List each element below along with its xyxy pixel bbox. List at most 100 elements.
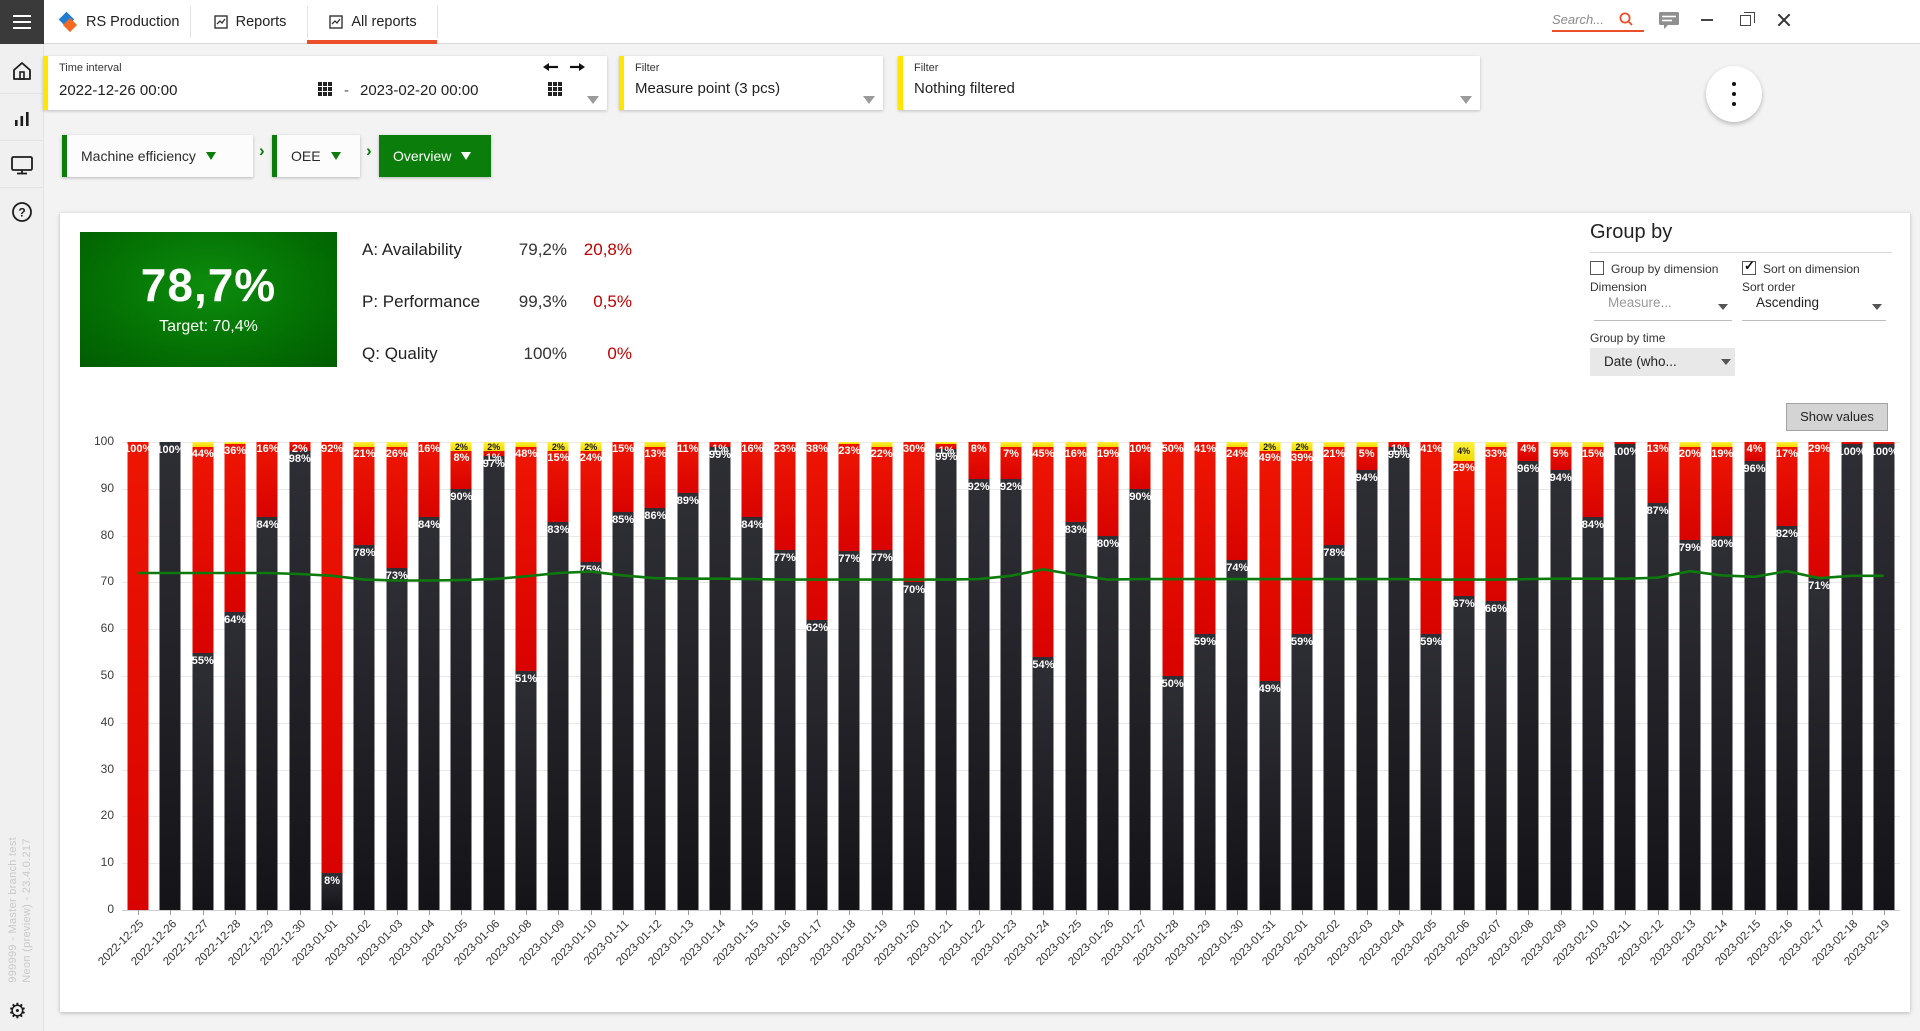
stacked-bar[interactable] [1291, 442, 1312, 910]
more-options-button[interactable] [1706, 66, 1762, 122]
tab-reports[interactable]: Reports [196, 0, 304, 44]
stacked-bar[interactable] [1809, 442, 1830, 910]
stacked-bar[interactable] [1356, 442, 1377, 910]
report-view-dropdown[interactable]: Overview [379, 135, 491, 177]
stacked-bar[interactable] [1324, 442, 1345, 910]
report-group-dropdown[interactable]: Machine efficiency [62, 135, 253, 177]
stacked-bar[interactable] [1712, 442, 1733, 910]
oee-label: 96% [1517, 463, 1539, 475]
calendar-icon[interactable] [318, 82, 332, 96]
svg-text:?: ? [18, 206, 25, 220]
secondary-filter-card[interactable]: Filter Nothing filtered [898, 56, 1480, 110]
bar-segment-b [1873, 444, 1894, 910]
x-axis-tick [1431, 910, 1432, 915]
oee-label: 67% [1453, 598, 1475, 610]
stacked-bar[interactable] [1194, 442, 1215, 910]
report-panel: 78,7% Target: 70,4% A: Availability 79,2… [60, 213, 1910, 1012]
stacked-bar[interactable] [1615, 442, 1636, 910]
measure-point-filter-value[interactable]: Measure point (3 pcs) [635, 80, 780, 97]
restore-window-button[interactable] [1728, 0, 1762, 40]
stacked-bar[interactable] [1259, 442, 1280, 910]
group-by-time-select[interactable]: Date (who... [1590, 348, 1735, 376]
stacked-bar[interactable] [1421, 442, 1442, 910]
x-axis-slot: 2023-02-19 [1868, 910, 1900, 1010]
stacked-bar[interactable] [936, 442, 957, 910]
stacked-bar[interactable] [1001, 442, 1022, 910]
stacked-bar[interactable] [1453, 442, 1474, 910]
stacked-bar[interactable] [613, 442, 634, 910]
stacked-bar[interactable] [451, 442, 472, 910]
settings-gear-icon[interactable]: ⚙ [8, 999, 27, 1023]
minimize-button[interactable] [1690, 0, 1724, 40]
stacked-bar[interactable] [192, 442, 213, 910]
tab-all-reports[interactable]: All reports [313, 0, 433, 44]
sidebar-reports-button[interactable] [0, 95, 44, 141]
hamburger-menu-icon[interactable] [0, 0, 44, 44]
stacked-bar[interactable] [710, 442, 731, 910]
stacked-bar[interactable] [807, 442, 828, 910]
stacked-bar[interactable] [742, 442, 763, 910]
group-by-dimension-checkbox[interactable] [1590, 261, 1604, 275]
time-interval-dropdown-icon[interactable] [587, 96, 599, 104]
search-input[interactable] [1552, 12, 1618, 27]
filter-dropdown-icon[interactable] [1460, 96, 1472, 104]
stacked-bar[interactable] [1130, 442, 1151, 910]
report-type-dropdown[interactable]: OEE [272, 135, 360, 177]
stacked-bar[interactable] [160, 442, 181, 910]
feedback-comment-icon[interactable] [1652, 0, 1686, 40]
filter-dropdown-icon[interactable] [863, 96, 875, 104]
stacked-bar[interactable] [354, 442, 375, 910]
stacked-bar[interactable] [1033, 442, 1054, 910]
stacked-bar[interactable] [1841, 442, 1862, 910]
calendar-icon[interactable] [548, 82, 562, 96]
sort-on-dimension-checkbox[interactable]: ✓ [1742, 261, 1756, 275]
stacked-bar[interactable] [419, 442, 440, 910]
stacked-bar[interactable] [1582, 442, 1603, 910]
dimension-select[interactable]: Measure... [1594, 295, 1732, 321]
stacked-bar[interactable] [677, 442, 698, 910]
show-values-button[interactable]: Show values [1786, 403, 1888, 431]
time-interval-card[interactable]: Time interval 2022-12-26 00:00 - 2023-02… [43, 56, 607, 110]
stacked-bar[interactable] [1679, 442, 1700, 910]
stacked-bar[interactable] [1873, 442, 1894, 910]
stacked-bar[interactable] [871, 442, 892, 910]
stacked-bar[interactable] [839, 442, 860, 910]
time-interval-from[interactable]: 2022-12-26 00:00 [59, 82, 177, 99]
close-button[interactable] [1766, 0, 1802, 40]
sidebar-help-button[interactable]: ? [0, 189, 44, 235]
stacked-bar[interactable] [548, 442, 569, 910]
stacked-bar[interactable] [1065, 442, 1086, 910]
stacked-bar[interactable] [322, 442, 343, 910]
stacked-bar[interactable] [774, 442, 795, 910]
time-interval-to[interactable]: 2023-02-20 00:00 [360, 82, 478, 99]
stacked-bar[interactable] [128, 442, 149, 910]
search-icon[interactable] [1618, 11, 1634, 27]
measure-point-filter-card[interactable]: Filter Measure point (3 pcs) [619, 56, 883, 110]
sidebar-screens-button[interactable] [0, 142, 44, 188]
stacked-bar[interactable] [225, 442, 246, 910]
planned-stop-label: 2% [455, 442, 468, 452]
stacked-bar[interactable] [904, 442, 925, 910]
stacked-bar[interactable] [580, 442, 601, 910]
stacked-bar[interactable] [289, 442, 310, 910]
stacked-bar[interactable] [1098, 442, 1119, 910]
stacked-bar[interactable] [1162, 442, 1183, 910]
secondary-filter-value[interactable]: Nothing filtered [914, 80, 1015, 97]
x-axis-tick [526, 910, 527, 915]
stacked-bar[interactable] [1518, 442, 1539, 910]
stacked-bar[interactable] [386, 442, 407, 910]
stacked-bar[interactable] [1485, 442, 1506, 910]
stacked-bar[interactable] [1744, 442, 1765, 910]
stacked-bar[interactable] [483, 442, 504, 910]
stacked-bar[interactable] [968, 442, 989, 910]
stacked-bar[interactable] [1776, 442, 1797, 910]
sort-order-select[interactable]: Ascending [1742, 295, 1886, 321]
bar-segment-r [128, 442, 149, 910]
stacked-bar[interactable] [1388, 442, 1409, 910]
sidebar-home-button[interactable] [0, 48, 44, 94]
stacked-bar[interactable] [1227, 442, 1248, 910]
previous-period-icon[interactable] [543, 60, 559, 74]
stacked-bar[interactable] [1550, 442, 1571, 910]
stacked-bar[interactable] [257, 442, 278, 910]
next-period-icon[interactable] [569, 60, 585, 74]
